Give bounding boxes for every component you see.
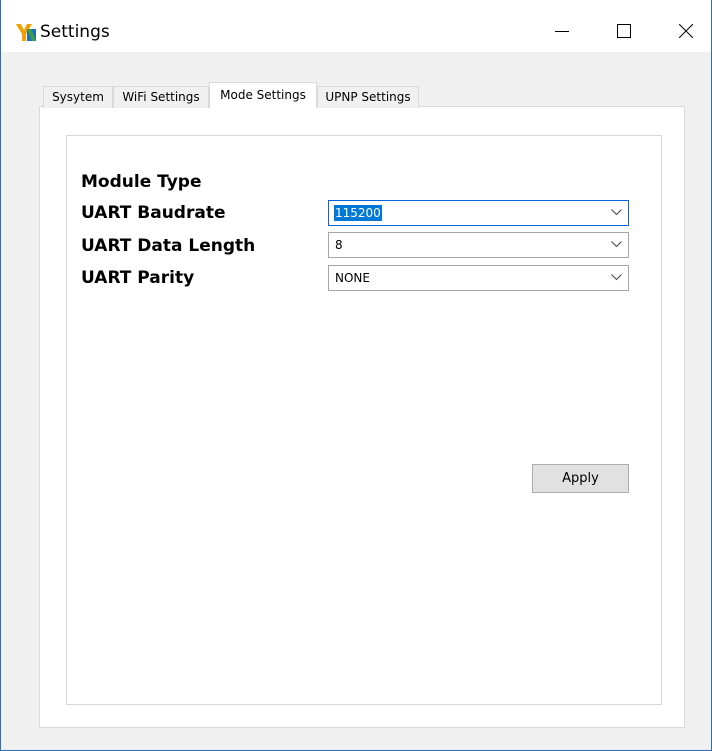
uart-data-length-label: UART Data Length	[81, 236, 256, 256]
maximize-button[interactable]	[601, 14, 647, 48]
app-logo-icon	[15, 21, 37, 43]
close-icon	[679, 24, 693, 38]
tab-wifi-settings[interactable]: WiFi Settings	[113, 86, 209, 108]
uart-baudrate-select[interactable]: 115200	[328, 200, 629, 226]
uart-baudrate-label: UART Baudrate	[81, 203, 226, 223]
settings-window: Settings Sysytem WiFi Settings Mode Sett…	[0, 0, 712, 751]
uart-parity-label: UART Parity	[81, 268, 195, 288]
uart-parity-select[interactable]: NONE	[328, 265, 629, 291]
tab-upnp-settings[interactable]: UPNP Settings	[317, 86, 419, 108]
window-title: Settings	[40, 22, 110, 42]
title-bar[interactable]: Settings	[1, 0, 711, 52]
uart-data-length-value: 8	[335, 238, 343, 252]
module-type-label: Module Type	[81, 172, 202, 192]
minimize-button[interactable]	[539, 14, 585, 48]
maximize-icon	[617, 24, 631, 38]
tab-mode-settings[interactable]: Mode Settings	[209, 82, 317, 108]
apply-button[interactable]: Apply	[532, 464, 629, 493]
uart-parity-value: NONE	[335, 271, 370, 285]
tab-system[interactable]: Sysytem	[43, 86, 113, 108]
chevron-down-icon	[611, 241, 622, 248]
chevron-down-icon	[611, 209, 622, 216]
close-button[interactable]	[663, 14, 709, 48]
uart-data-length-select[interactable]: 8	[328, 232, 629, 258]
chevron-down-icon	[611, 274, 622, 281]
uart-baudrate-value: 115200	[334, 205, 382, 221]
minimize-icon	[555, 31, 569, 32]
